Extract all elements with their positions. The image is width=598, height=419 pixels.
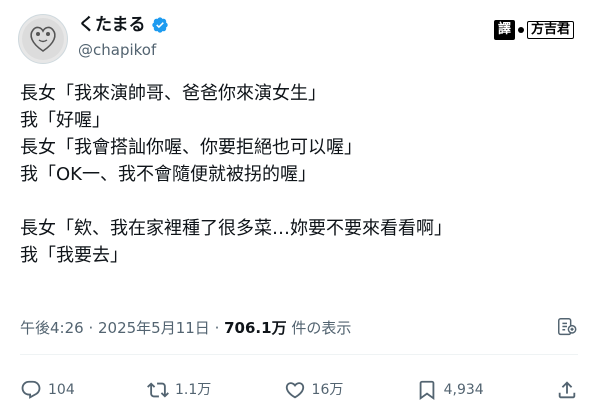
views-label: 件の表示 — [286, 319, 352, 337]
verified-badge-icon — [151, 16, 169, 34]
avatar[interactable] — [18, 14, 68, 64]
share-button[interactable] — [556, 379, 578, 401]
tweet-line: 我「我要去」 — [20, 245, 128, 266]
author-handle[interactable]: @chapikof — [78, 40, 156, 60]
tweet-time[interactable]: 午後4:26 — [20, 319, 84, 337]
like-button[interactable]: 16万 — [284, 379, 344, 401]
reply-count: 104 — [48, 382, 75, 398]
meta-separator: · — [83, 319, 98, 337]
tweet-text: 長女「我來演帥哥、爸爸你來演女生」 我「好喔」 長女「我會搭訕你喔、你要拒絕也可… — [20, 80, 580, 269]
tweet-date[interactable]: 2025年5月11日 — [98, 319, 210, 337]
tweet-meta: 午後4:26 · 2025年5月11日 · 706.1万 件の表示 — [20, 318, 351, 338]
action-bar: 104 1.1万 16万 4,934 — [20, 374, 578, 406]
tweet-line: 我「好喔」 — [20, 110, 110, 131]
divider — [20, 354, 578, 355]
share-icon — [556, 379, 578, 401]
tweet-line: 長女「我來演帥哥、爸爸你來演女生」 — [20, 83, 326, 104]
avatar-image — [22, 18, 64, 60]
bookmark-icon — [416, 379, 438, 401]
heart-icon — [284, 379, 306, 401]
bookmark-button[interactable]: 4,934 — [416, 379, 484, 401]
author-name-row: くたまる — [78, 14, 169, 36]
repost-button[interactable]: 1.1万 — [147, 379, 211, 401]
watermark-dot — [517, 27, 524, 33]
tweet-line: 長女「欸、我在家裡種了很多菜…妳要不要來看看啊」 — [20, 218, 452, 239]
meta-separator: · — [209, 319, 225, 337]
bookmark-count: 4,934 — [443, 382, 484, 398]
watermark-badge: 譯 — [493, 20, 515, 40]
repost-icon — [147, 379, 169, 401]
views-count: 706.1万 — [224, 319, 287, 337]
repost-count: 1.1万 — [175, 382, 212, 398]
like-count: 16万 — [311, 382, 344, 398]
reply-button[interactable]: 104 — [20, 379, 75, 401]
post-analytics-icon[interactable] — [556, 316, 578, 338]
reply-icon — [20, 379, 42, 401]
watermark-name: 方吉君 — [526, 21, 574, 39]
author-display-name[interactable]: くたまる — [78, 14, 146, 36]
tweet-line: 我「OK一、我不會隨便就被拐的喔」 — [20, 164, 316, 185]
translator-watermark: 譯 方吉君 — [493, 20, 574, 40]
tweet-line: 長女「我會搭訕你喔、你要拒絕也可以喔」 — [20, 137, 362, 158]
